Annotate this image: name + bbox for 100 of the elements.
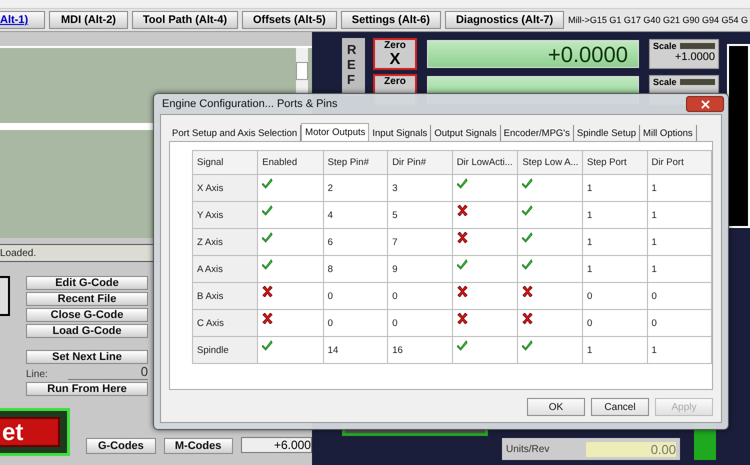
screen-tab[interactable]: Diagnostics (Alt-7) [444,11,564,29]
check-icon[interactable] [262,259,274,270]
screen-tab[interactable]: Settings (Alt-6) [340,11,441,29]
gcodes-button[interactable]: G-Codes [86,438,156,454]
column-header[interactable]: Signal [192,150,258,174]
modal-status-text: Mill->G15 G1 G17 G40 G21 G90 G94 G54 G [568,15,748,25]
panel-frame [0,276,10,316]
table-cell: 1 [647,228,712,256]
reset-button[interactable]: et [0,417,60,447]
dialog-title: Engine Configuration... Ports & Pins [162,98,338,110]
table-cell: 14 [323,336,388,364]
table-cell: 4 [323,202,388,228]
table-cell: 0 [582,310,648,336]
dro-value: +0.0000 [548,42,628,67]
scroll-thumb[interactable] [296,62,308,80]
scale-led [680,79,715,85]
scale-label: Scale [653,41,677,51]
check-icon[interactable] [522,205,534,216]
ref-all-button[interactable]: REF [342,38,365,96]
table-cell: 0 [647,310,712,336]
check-icon[interactable] [522,340,534,351]
dialog-button[interactable]: OK [527,398,585,416]
column-header[interactable]: Step Port [582,150,648,174]
table-cell: 3 [388,174,452,202]
table-cell: 1 [647,336,712,364]
run-from-here-button[interactable]: Run From Here [26,382,148,396]
row-header: Spindle [192,336,258,364]
line-label: Line: [26,369,48,380]
column-header[interactable]: Enabled [258,150,324,174]
screen-tab[interactable]: Alt-1) [0,11,46,29]
close-button[interactable] [686,96,724,112]
row-header: A Axis [192,256,258,282]
check-icon[interactable] [522,178,534,189]
row-header: Y Axis [192,202,258,228]
cross-icon[interactable] [522,313,534,324]
row-header: C Axis [192,310,258,336]
table-cell: 8 [323,256,388,282]
cross-icon[interactable] [456,232,468,243]
cross-icon[interactable] [456,205,468,216]
check-icon[interactable] [522,232,534,243]
scale-led [680,43,715,49]
screen-tab[interactable]: Tool Path (Alt-4) [132,11,238,29]
table-cell: 0 [388,310,452,336]
mcodes-button[interactable]: M-Codes [164,438,233,454]
scale-value: +1.0000 [674,51,715,63]
row-header: Z Axis [192,228,258,256]
units-label: Units/Rev [506,444,550,454]
file-button[interactable]: Close G-Code [26,308,148,322]
screen-tab[interactable]: MDI (Alt-2) [49,11,128,29]
check-icon[interactable] [456,259,468,270]
table-cell: 1 [582,336,648,364]
row-header: B Axis [192,282,258,310]
cross-icon[interactable] [262,286,274,297]
feed-field[interactable]: +6.000 [240,437,312,453]
cross-icon[interactable] [262,313,274,324]
table-cell: 16 [388,336,452,364]
row-header: X Axis [192,174,258,202]
status-text: Loaded. [0,248,36,258]
table-cell: 2 [323,174,388,202]
line-field[interactable]: 0 [68,364,148,380]
column-header[interactable]: Dir Port [647,150,712,174]
table-cell: 0 [323,310,388,336]
table-cell: 1 [647,174,712,202]
check-icon[interactable] [262,178,274,189]
units-field: 0.00 [586,442,676,456]
table-cell: 0 [582,282,648,310]
table-cell: 0 [388,282,452,310]
dialog-button[interactable]: Cancel [591,398,649,416]
zero-button[interactable]: Zero X [373,38,417,70]
check-icon[interactable] [522,259,534,270]
table-cell: 1 [647,256,712,282]
table-cell: 1 [582,228,648,256]
table-cell: 6 [323,228,388,256]
check-icon[interactable] [456,340,468,351]
table-cell: 0 [647,282,712,310]
file-button[interactable]: Recent File [26,292,148,306]
file-button[interactable]: Load G-Code [26,324,148,338]
check-icon[interactable] [456,178,468,189]
file-button[interactable]: Edit G-Code [26,276,148,290]
column-header[interactable]: Dir LowActi... [452,150,518,174]
column-header[interactable]: Dir Pin# [388,150,452,174]
table-cell: 9 [388,256,452,282]
table-cell: 1 [582,174,648,202]
table-cell: 1 [582,256,648,282]
close-icon [700,100,710,108]
column-header[interactable]: Step Pin# [323,150,388,174]
cross-icon[interactable] [456,286,468,297]
scale-label: Scale [653,77,677,87]
column-header[interactable]: Step Low A... [518,150,582,174]
table-cell: 5 [388,202,452,228]
cross-icon[interactable] [456,313,468,324]
set-next-line-button[interactable]: Set Next Line [26,350,148,364]
cross-icon[interactable] [522,286,534,297]
dialog-tab[interactable]: Motor Outputs [301,123,370,141]
check-icon[interactable] [262,205,274,216]
check-icon[interactable] [262,340,274,351]
table-cell: 7 [388,228,452,256]
table-cell: 1 [647,202,712,228]
table-cell: 0 [323,282,388,310]
screen-tab[interactable]: Offsets (Alt-5) [242,11,337,29]
